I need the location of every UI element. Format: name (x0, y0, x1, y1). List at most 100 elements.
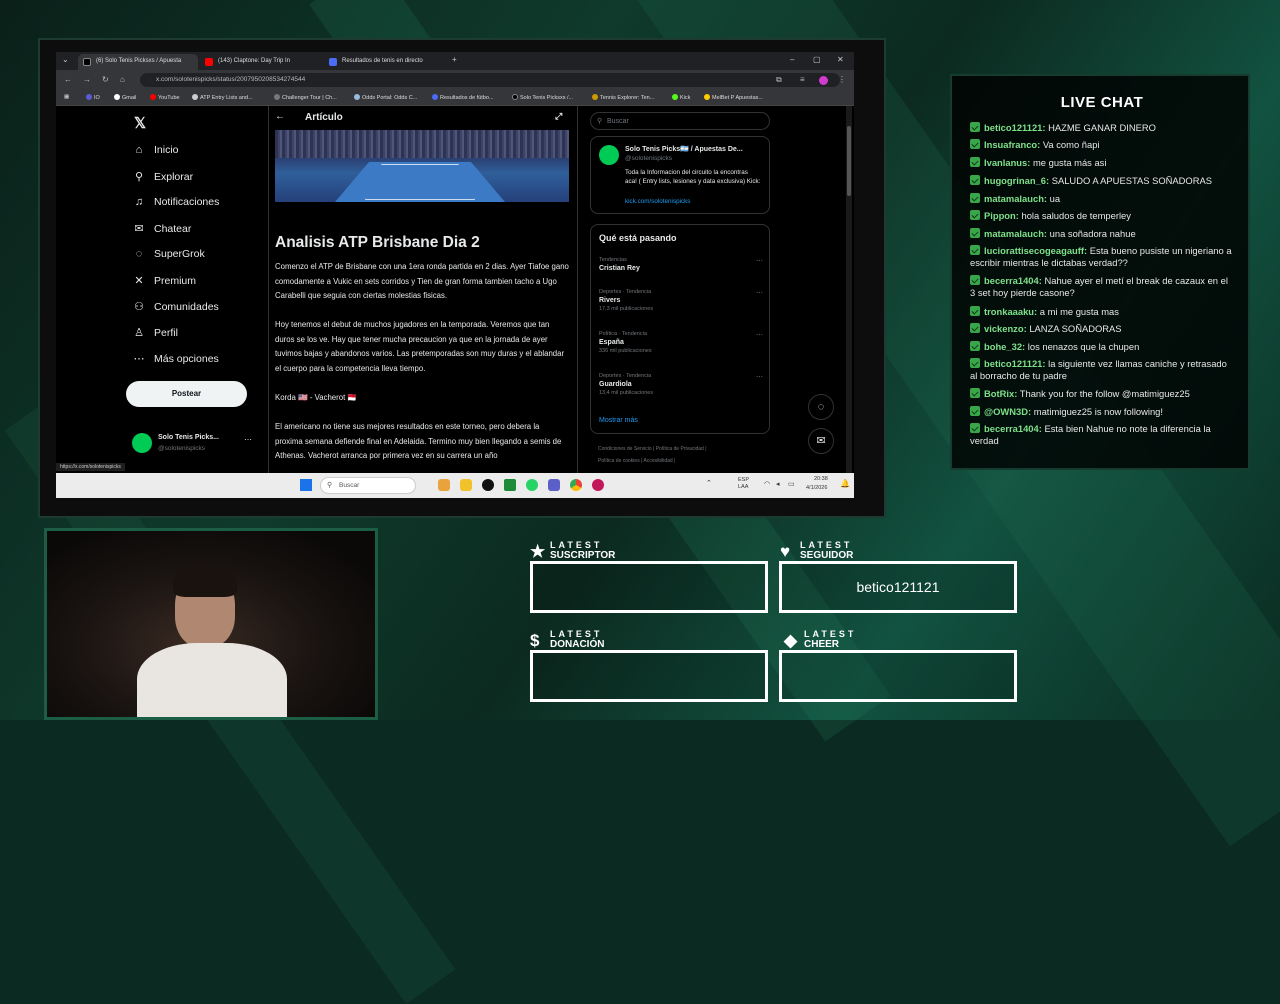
mail-icon: ✉ (134, 223, 144, 235)
bookmark-item[interactable]: Tennis Explorer: Ten... (592, 94, 654, 101)
chat-text: Va como ñapi (1040, 139, 1100, 150)
bookmark-item[interactable]: YouTube (150, 94, 180, 101)
grok-icon[interactable]: ◌ (808, 394, 834, 420)
show-more-link[interactable]: Mostrar más (599, 417, 638, 424)
footer-links[interactable]: Política de cookies | Accesibilidad | (598, 458, 675, 464)
chat-message: betico121121: la siguiente vez llamas ca… (970, 358, 1232, 382)
new-tab-button[interactable]: + (452, 55, 457, 64)
avatar (599, 145, 619, 165)
tab-x[interactable]: (6) Solo Tenis Picksxs / Apuesta (78, 54, 198, 70)
bookmark-item[interactable]: Challenger Tour | Ch... (274, 94, 337, 101)
badge-icon (970, 122, 980, 132)
windows-start-icon[interactable] (300, 479, 312, 491)
menu-icon[interactable]: ≡ (800, 75, 805, 84)
label-small: LATEST (550, 629, 603, 639)
bookmark-item[interactable]: Gmail (114, 94, 136, 101)
bookmark-label: MelBet P Apuestas... (712, 95, 763, 101)
apps-icon[interactable]: ▦ (64, 94, 69, 100)
chat-message: Ivanlanus: me gusta más asi (970, 157, 1232, 169)
excel-icon[interactable] (504, 479, 516, 491)
mail-icon[interactable]: ✉ (808, 428, 834, 454)
x-page: 𝕏 ⌂ Inicio ⚲ Explorar ♫ Notificaciones ✉ Cha… (56, 106, 854, 473)
tab-youtube[interactable]: (143) Claptone: Day Trip In (200, 54, 322, 70)
bookmark-item[interactable]: Resultados de fútbo... (432, 94, 494, 101)
minimize-icon[interactable]: – (790, 55, 794, 64)
app-icon[interactable] (438, 479, 450, 491)
bookmark-item[interactable]: IO (86, 94, 100, 101)
scrollbar-thumb[interactable] (847, 126, 851, 196)
more-icon[interactable]: ⋯ (756, 289, 763, 297)
bookmark-item[interactable]: MelBet P Apuestas... (704, 94, 763, 101)
clock-time[interactable]: 20:38 (814, 476, 828, 482)
volume-icon[interactable]: ◂ (776, 480, 780, 488)
back-arrow-icon[interactable]: ← (275, 111, 285, 122)
bookmark-item[interactable]: Solo Tenis Picksxs /... (512, 94, 573, 101)
battery-icon[interactable]: ▭ (788, 480, 795, 488)
badge-icon (970, 275, 980, 285)
chat-text: Thank you for the follow @matimiguez25 (1017, 388, 1190, 399)
forward-icon[interactable]: → (83, 75, 91, 84)
search-icon: ⚲ (597, 118, 603, 125)
kebab-menu-icon[interactable]: ⋮ (838, 75, 846, 84)
search-input[interactable]: ⚲ Buscar (590, 112, 770, 130)
expand-icon[interactable]: ⤢ (555, 111, 562, 122)
folder-icon[interactable] (460, 479, 472, 491)
profile-link[interactable]: kick.com/solotenispicks (625, 198, 690, 205)
nav-item-chatear[interactable]: ✉ Chatear (132, 222, 191, 235)
avatar[interactable] (819, 76, 828, 85)
bookmark-item[interactable]: Odds Portal: Odds C... (354, 94, 417, 101)
nav-item-inicio[interactable]: ⌂ Inicio (132, 144, 179, 156)
wifi-icon[interactable]: ◠ (764, 480, 770, 488)
live-chat-panel: LIVE CHAT betico121121: HAZME GANAR DINE… (950, 74, 1250, 470)
more-icon[interactable]: ⋯ (244, 435, 252, 444)
chat-message: betico121121: HAZME GANAR DINERO (970, 122, 1232, 134)
address-bar: ← → ↻ ⌂ x.com/solotenispicks/status/2007… (56, 70, 854, 90)
tiktok-icon[interactable] (482, 479, 494, 491)
bookmark-item[interactable]: ATP Entry Lists and... (192, 94, 253, 101)
more-icon[interactable]: ⋯ (756, 373, 763, 381)
nav-label: SuperGrok (154, 248, 205, 260)
extensions-icon[interactable]: ⧉ (776, 75, 782, 85)
back-icon[interactable]: ← (64, 75, 72, 84)
nav-item-supergrok[interactable]: ◌ SuperGrok (132, 248, 205, 260)
x-logo-icon[interactable]: 𝕏 (134, 114, 146, 132)
maximize-icon[interactable]: ▢ (813, 55, 821, 64)
reload-icon[interactable]: ↻ (102, 75, 109, 84)
nav-item-explorar[interactable]: ⚲ Explorar (132, 170, 193, 183)
nav-item-premium[interactable]: ✕ Premium (132, 274, 196, 287)
more-icon[interactable]: ⋯ (756, 331, 763, 339)
nav-label: Comunidades (154, 301, 219, 313)
nav-item-notificaciones[interactable]: ♫ Notificaciones (132, 196, 220, 208)
language-indicator[interactable]: ESP LAA (738, 477, 749, 491)
court-lines (365, 164, 475, 200)
home-icon[interactable]: ⌂ (120, 75, 125, 84)
chrome-icon[interactable] (570, 479, 582, 491)
trend-item[interactable]: Tendencias Cristian Rey ⋯ (599, 257, 763, 272)
chevron-up-icon[interactable]: ⌃ (706, 479, 712, 487)
close-icon[interactable]: ✕ (837, 55, 844, 64)
taskbar-search[interactable]: ⚲ Buscar (320, 477, 416, 494)
latest-cheer-label: ◆ LATEST CHEER (784, 630, 856, 651)
clock-date[interactable]: 4/1/2026 (806, 485, 827, 491)
scrollbar[interactable] (846, 106, 852, 473)
trend-item[interactable]: Deportes · Tendencia Rivers 17,3 mil pub… (599, 289, 763, 312)
nav-item-perfil[interactable]: ♙ Perfil (132, 326, 178, 339)
profile-card[interactable]: Solo Tenis Picks🇦🇷 / Apuestas De... @sol… (590, 136, 770, 214)
nav-item-comunidades[interactable]: ⚇ Comunidades (132, 300, 219, 313)
article-paragraph: El americano no tiene sus mejores result… (275, 422, 562, 460)
trend-item[interactable]: Deportes · Tendencia Guardiola 13,4 mil … (599, 373, 763, 396)
more-icon[interactable]: ⋯ (756, 257, 763, 265)
tab-tennis[interactable]: Resultados de tenis en directo (324, 54, 446, 70)
notification-icon[interactable]: 🔔 (840, 479, 850, 488)
trend-item[interactable]: Política · Tendencia España 336 mil publ… (599, 331, 763, 354)
whatsapp-icon[interactable] (526, 479, 538, 491)
bookmark-item[interactable]: Kick (672, 94, 690, 101)
url-input[interactable]: x.com/solotenispicks/status/200795020853… (140, 73, 840, 87)
tab-list-icon[interactable]: ⌄ (62, 55, 69, 64)
teams-icon[interactable] (548, 479, 560, 491)
footer-links[interactable]: Condiciones de Servicio | Política de Pr… (598, 446, 707, 452)
post-button[interactable]: Postear (126, 381, 247, 407)
app-icon[interactable] (592, 479, 604, 491)
label-big: CHEER (804, 639, 840, 650)
nav-item-mas-opciones[interactable]: ⋯ Más opciones (132, 352, 219, 365)
